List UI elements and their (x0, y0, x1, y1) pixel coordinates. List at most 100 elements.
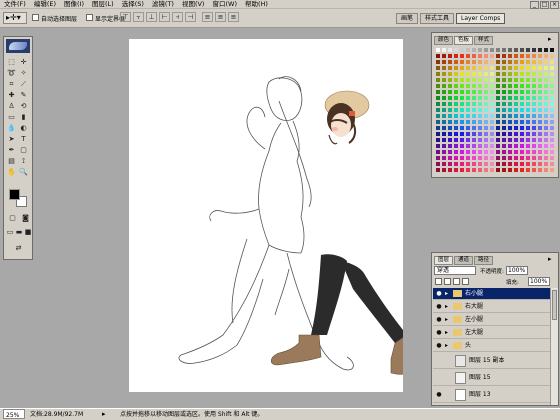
layer-row[interactable]: ● ▸ 左小腿 (433, 314, 550, 326)
tab-swatches[interactable]: 色板 (454, 36, 474, 45)
visibility-icon[interactable]: ● (435, 316, 443, 323)
panel-menu-icon[interactable]: ▸ (548, 36, 552, 43)
slice-tool-icon[interactable]: ⟋ (18, 79, 29, 89)
minimize-button[interactable]: _ (530, 1, 539, 9)
fill-input[interactable]: 100% (528, 277, 550, 286)
expand-icon[interactable]: ▸ (445, 329, 448, 336)
align-top-icon[interactable]: ⊤ (120, 12, 131, 22)
zoom-level[interactable]: 25% (3, 409, 25, 419)
visibility-icon[interactable]: ● (435, 329, 443, 336)
menu-image[interactable]: 图像(I) (60, 0, 88, 9)
dodge-tool-icon[interactable]: ◐ (18, 123, 29, 133)
brush-tool-icon[interactable]: ✎ (18, 90, 29, 100)
crop-tool-icon[interactable]: ⌗ (6, 79, 17, 89)
tab-layers[interactable]: 图层 (434, 256, 454, 265)
lock-position-icon[interactable] (453, 278, 460, 285)
expand-icon[interactable]: ▸ (445, 303, 448, 310)
align-left-icon[interactable]: ⊢ (159, 12, 170, 22)
swatch-grid[interactable] (435, 47, 555, 175)
menu-edit[interactable]: 编辑(E) (30, 0, 60, 9)
lock-pixels-icon[interactable] (444, 278, 451, 285)
tab-styles[interactable]: 样式 (474, 36, 494, 45)
visibility-icon[interactable] (435, 374, 443, 381)
expand-icon[interactable]: ▸ (445, 316, 448, 323)
clone-stamp-icon[interactable]: ♙ (6, 101, 17, 111)
quickmask-mode-icon[interactable]: ◙ (20, 213, 31, 223)
distribute-bottom-icon[interactable]: ≡ (228, 12, 239, 22)
well-tab-brushes[interactable]: 画笔 (396, 13, 419, 24)
tab-channels[interactable]: 通道 (454, 256, 474, 265)
tab-paths[interactable]: 路径 (474, 256, 494, 265)
pen-tool-icon[interactable]: ✒ (6, 145, 17, 155)
well-tab-tool-presets[interactable]: 样式工具 (420, 13, 455, 24)
scrollbar-thumb[interactable] (552, 290, 557, 320)
gradient-tool-icon[interactable]: ▮ (18, 112, 29, 122)
lock-transparency-icon[interactable] (435, 278, 442, 285)
layers-menu-icon[interactable]: ▸ (548, 256, 552, 263)
lasso-tool-icon[interactable]: ➰ (6, 68, 17, 78)
document-canvas[interactable] (129, 39, 416, 392)
visibility-icon[interactable]: ● (435, 391, 443, 398)
opacity-input[interactable]: 100% (506, 266, 528, 275)
eraser-tool-icon[interactable]: ▭ (6, 112, 17, 122)
close-button[interactable]: × (550, 1, 559, 9)
visibility-icon[interactable]: ● (435, 303, 443, 310)
menu-help[interactable]: 帮助(H) (241, 0, 272, 9)
blend-mode-select[interactable]: 穿透 (434, 266, 476, 275)
maximize-button[interactable]: □ (540, 1, 549, 9)
menu-select[interactable]: 选择(S) (118, 0, 148, 9)
color-swatch[interactable] (549, 167, 555, 173)
standard-mode-icon[interactable]: ▢ (7, 213, 18, 223)
layer-row[interactable]: ● ▸ 左大腿 (433, 327, 550, 339)
hand-tool-icon[interactable]: ✋ (6, 167, 17, 177)
menu-filter[interactable]: 滤镜(T) (148, 0, 178, 9)
expand-icon[interactable]: ▸ (445, 342, 448, 349)
visibility-icon[interactable]: ● (435, 290, 443, 297)
screen-mode-standard-icon[interactable]: ▭ (6, 227, 14, 237)
feather-icon (9, 42, 27, 50)
layer-row[interactable]: ● ▸ 右小腿 (433, 288, 550, 300)
status-arrow-icon[interactable]: ▸ (102, 409, 106, 420)
jump-to-imageready-icon[interactable]: ⇄ (13, 243, 24, 253)
align-vcenter-icon[interactable]: ⫟ (133, 12, 144, 22)
layer-row[interactable]: 图层 15 副本 (433, 353, 550, 369)
foreground-color-front[interactable] (9, 189, 20, 200)
screen-mode-full-icon[interactable]: ■ (24, 227, 32, 237)
type-tool-icon[interactable]: T (18, 134, 29, 144)
expand-icon[interactable]: ▸ (445, 290, 448, 297)
healing-brush-icon[interactable]: ✚ (6, 90, 17, 100)
history-brush-icon[interactable]: ⟲ (18, 101, 29, 111)
well-tab-layer-comps[interactable]: Layer Comps (456, 13, 506, 24)
magic-wand-tool-icon[interactable]: ✧ (18, 68, 29, 78)
screen-mode-full-menu-icon[interactable]: ▬ (15, 227, 23, 237)
zoom-tool-icon[interactable]: 🔍 (18, 167, 29, 177)
distribute-vcenter-icon[interactable]: ≡ (215, 12, 226, 22)
align-right-icon[interactable]: ⊣ (185, 12, 196, 22)
eyedropper-tool-icon[interactable]: ⟟ (18, 156, 29, 166)
auto-select-checkbox[interactable] (32, 14, 39, 21)
lock-all-icon[interactable] (462, 278, 469, 285)
path-select-icon[interactable]: ➤ (6, 134, 17, 144)
distribute-top-icon[interactable]: ≡ (202, 12, 213, 22)
menu-layer[interactable]: 图层(L) (88, 0, 118, 9)
notes-tool-icon[interactable]: ▤ (6, 156, 17, 166)
move-tool-icon[interactable]: ✛ (18, 57, 29, 67)
layer-row[interactable]: ● 图层 13 (433, 387, 550, 403)
layers-scrollbar[interactable] (550, 288, 558, 405)
show-bounds-checkbox[interactable] (86, 14, 93, 21)
visibility-icon[interactable] (435, 357, 443, 364)
tab-color[interactable]: 颜色 (434, 36, 454, 45)
layer-row[interactable]: 图层 15 (433, 370, 550, 386)
align-bottom-icon[interactable]: ⊥ (146, 12, 157, 22)
blur-tool-icon[interactable]: 💧 (6, 123, 17, 133)
visibility-icon[interactable]: ● (435, 342, 443, 349)
menu-view[interactable]: 视图(V) (178, 0, 209, 9)
layer-row[interactable]: ● ▸ 右大腿 (433, 301, 550, 313)
marquee-tool-icon[interactable]: ⬚ (6, 57, 17, 67)
layer-row[interactable]: ● ▸ 头 (433, 340, 550, 352)
menu-window[interactable]: 窗口(W) (208, 0, 241, 9)
move-tool-preset[interactable]: ▸✛▾ (3, 12, 27, 24)
align-hcenter-icon[interactable]: ⫞ (172, 12, 183, 22)
menu-file[interactable]: 文件(F) (0, 0, 30, 9)
shape-tool-icon[interactable]: ▢ (18, 145, 29, 155)
